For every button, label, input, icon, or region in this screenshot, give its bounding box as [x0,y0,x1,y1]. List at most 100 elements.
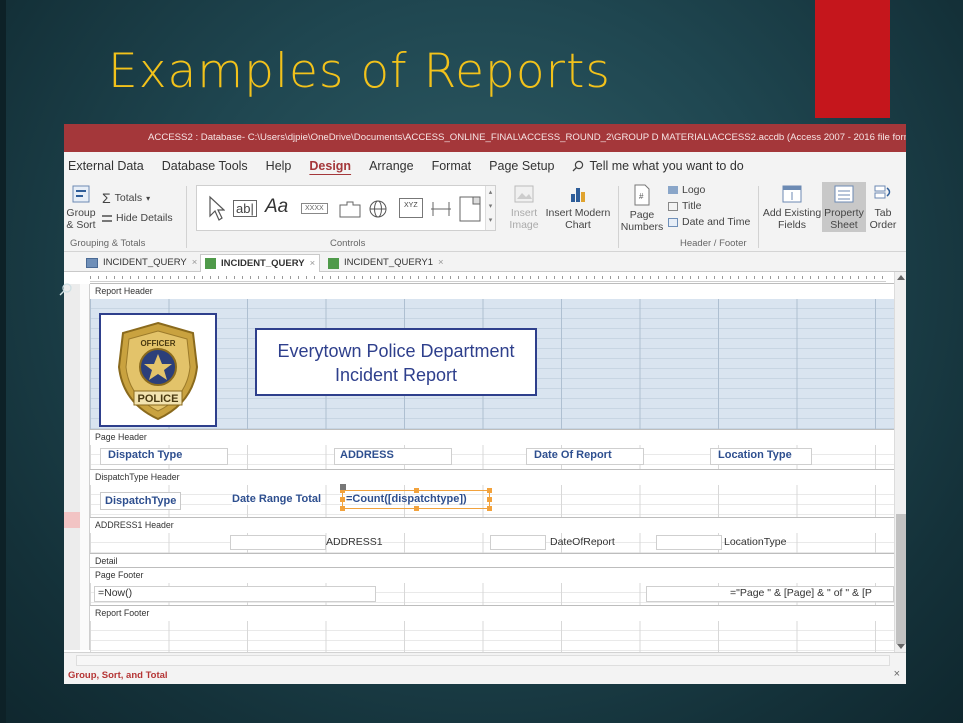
tell-me-box[interactable]: Tell me what you want to do [572,159,744,173]
property-sheet-button[interactable]: Property Sheet [822,182,866,232]
report-canvas[interactable]: Report Header POLICE OFFICER Everytown P… [90,283,894,652]
vertical-ruler[interactable] [80,284,90,650]
resize-handle[interactable] [414,488,419,493]
resize-handle[interactable] [340,506,345,511]
combo-box-icon[interactable] [459,196,481,222]
section-page-header[interactable]: Page Header [90,429,894,445]
col-location-type-label[interactable]: Location Type [718,449,792,461]
col-dispatch-type-label[interactable]: Dispatch Type [108,449,183,461]
insert-image-button[interactable]: Insert Image [504,184,544,231]
report-design-view[interactable]: Report Header POLICE OFFICER Everytown P… [64,272,906,652]
sigma-icon: Σ [102,190,111,206]
ribbon-separator [186,186,187,248]
menu-design[interactable]: Design [300,159,360,173]
menu-external-data[interactable]: External Data [64,159,153,173]
tab-order-button[interactable]: Tab Order [866,184,900,231]
page-break-icon[interactable] [429,198,453,220]
col-address-label[interactable]: ADDRESS [340,449,394,461]
hide-details-button[interactable]: Hide Details [102,212,173,224]
now-textbox[interactable] [94,586,376,602]
section-report-header[interactable]: Report Header [90,283,894,299]
document-tabs: INCIDENT_QUERY × INCIDENT_QUERY × INCIDE… [64,252,906,272]
report-footer-grid[interactable] [90,621,894,652]
menu-database-tools[interactable]: Database Tools [153,159,257,173]
resize-handle[interactable] [487,497,492,502]
horizontal-ruler[interactable] [90,272,886,282]
dateofreport-field[interactable]: DateOfReport [550,536,615,548]
address1-field[interactable]: ADDRESS1 [326,536,383,548]
vertical-scrollbar[interactable] [894,272,906,652]
date-time-button[interactable]: Date and Time [668,216,750,228]
add-existing-fields-button[interactable]: Add Existing Fields [762,184,822,231]
page-header-grid[interactable]: Dispatch Type ADDRESS Date Of Report Loc… [90,445,894,469]
title-button[interactable]: Title [668,200,701,212]
insert-chart-button[interactable]: Insert Modern Chart [542,184,614,231]
textbox-control-icon[interactable]: ab| [233,200,257,217]
zoom-icon[interactable] [59,282,73,296]
page-numbers-button[interactable]: # Page Numbers [620,184,664,233]
tab-incident-query-report[interactable]: INCIDENT_QUERY × [200,254,321,273]
resize-handle[interactable] [487,506,492,511]
dispatchtype-label[interactable]: DispatchType [100,492,182,510]
label-control-icon[interactable]: Aa [265,196,288,218]
field-box[interactable] [490,535,546,550]
query-icon [86,258,98,268]
button-control-icon[interactable]: XXXX [301,203,328,214]
scroll-down-icon[interactable] [897,644,905,649]
slide-left-band [0,0,6,723]
select-pointer-icon[interactable] [207,194,225,222]
resize-handle[interactable] [340,497,345,502]
locationtype-field[interactable]: LocationType [724,536,786,548]
report-title-line2: Incident Report [334,365,458,385]
logo-image[interactable]: POLICE OFFICER [99,313,217,427]
hide-details-icon [102,214,112,222]
col-date-of-report-label[interactable]: Date Of Report [534,449,612,461]
menu-help[interactable]: Help [257,159,301,173]
address1-header-grid[interactable]: ADDRESS1 DateOfReport LocationType [90,533,894,553]
group-sort-label: Group & Sort [66,207,96,231]
report-title-label[interactable]: Everytown Police Department Incident Rep… [255,328,537,396]
scrollbar-thumb[interactable] [896,514,906,644]
menu-page-setup[interactable]: Page Setup [480,159,563,173]
horizontal-scrollbar[interactable] [76,655,890,666]
option-group-icon[interactable]: XYZ [399,198,423,218]
now-expression: =Now() [98,587,133,599]
resize-handle[interactable] [414,506,419,511]
field-box[interactable] [656,535,722,550]
gallery-scroll[interactable]: ▴ ▾ ▾ [485,186,495,230]
bottom-bar: Group, Sort, and Total × [64,652,906,684]
menu-format[interactable]: Format [423,159,481,173]
close-icon[interactable]: × [894,668,900,680]
section-page-footer[interactable]: Page Footer [90,567,894,583]
totals-button[interactable]: Σ Totals ▾ [102,190,150,206]
field-box[interactable] [230,535,326,550]
tab-incident-query1[interactable]: INCIDENT_QUERY1 × [328,254,444,272]
tab-incident-query[interactable]: INCIDENT_QUERY × [86,254,197,272]
scroll-up-icon[interactable] [897,275,905,280]
close-icon[interactable]: × [438,254,444,272]
logo-button[interactable]: Logo [668,184,705,196]
menu-arrange[interactable]: Arrange [360,159,422,173]
ribbon-separator [758,186,759,248]
svg-text:#: # [639,192,644,201]
section-address1-header[interactable]: ADDRESS1 Header [90,517,894,533]
red-accent-bar [815,0,890,118]
hyperlink-globe-icon[interactable] [367,198,389,220]
window-title: ACCESS2 : Database- C:\Users\djpie\OneDr… [64,124,906,152]
close-icon[interactable]: × [310,255,316,273]
dispatchtype-header-grid[interactable]: DispatchType Date Range Total =Count([di… [90,484,894,517]
count-expression-textbox[interactable]: =Count([dispatchtype]) [340,488,492,511]
resize-handle[interactable] [487,488,492,493]
move-handle[interactable] [340,484,346,490]
date-range-total-label[interactable]: Date Range Total [232,493,322,505]
group-sort-total-toggle[interactable]: Group, Sort, and Total [68,670,168,681]
menu-bar: External Data Database Tools Help Design… [64,152,906,180]
section-report-footer[interactable]: Report Footer [90,605,894,621]
controls-gallery[interactable]: ab| Aa XXXX XYZ ▴ ▾ ▾ [196,185,496,231]
group-sort-button[interactable]: Group & Sort [66,184,96,231]
section-dispatchtype-header[interactable]: DispatchType Header [90,469,894,485]
tab-control-icon[interactable] [339,200,361,218]
page-footer-grid[interactable]: =Now() ="Page " & [Page] & " of " & [P [90,583,894,605]
close-icon[interactable]: × [192,254,198,272]
report-header-grid[interactable]: POLICE OFFICER Everytown Police Departme… [90,299,894,429]
